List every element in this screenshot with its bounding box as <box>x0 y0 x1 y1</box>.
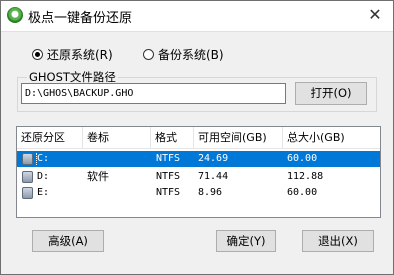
restore-radio-label: 还原系统(R) <box>47 48 113 62</box>
restore-radio[interactable]: 还原系统(R) <box>32 46 113 63</box>
ok-button[interactable]: 确定(Y) <box>216 230 276 252</box>
app-icon <box>7 7 23 23</box>
column-header-label[interactable]: 卷标 <box>83 127 151 148</box>
backup-radio-dot[interactable] <box>143 49 154 60</box>
disk-icon <box>22 171 33 183</box>
ghost-path-input[interactable] <box>21 83 286 104</box>
cell-partition: C: <box>37 153 50 164</box>
cell-total: 112.88 <box>287 171 324 182</box>
cell-format: NTFS <box>156 187 181 198</box>
table-row[interactable]: C: NTFS 24.69 60.00 <box>17 151 380 167</box>
table-header: 还原分区 卷标 格式 可用空间(GB) 总大小(GB) <box>17 127 380 149</box>
table-row[interactable]: D: 软件 NTFS 71.44 112.88 <box>17 169 380 185</box>
cell-format: NTFS <box>156 153 181 164</box>
cell-free: 24.69 <box>198 153 229 164</box>
column-header-format[interactable]: 格式 <box>151 127 194 148</box>
main-window: 极点一键备份还原 ✕ 还原系统(R) 备份系统(B) GHOST文件路径 打开(… <box>0 0 394 275</box>
partition-table: 还原分区 卷标 格式 可用空间(GB) 总大小(GB) C: NTFS 24.6… <box>16 126 381 218</box>
disk-icon <box>22 187 33 199</box>
cell-total: 60.00 <box>287 153 318 164</box>
cell-partition: E: <box>37 187 50 198</box>
close-icon[interactable]: ✕ <box>363 4 387 26</box>
column-header-free[interactable]: 可用空间(GB) <box>194 127 283 148</box>
cell-free: 71.44 <box>198 171 229 182</box>
cell-partition: D: <box>37 171 50 182</box>
cell-free: 8.96 <box>198 187 223 198</box>
restore-radio-dot[interactable] <box>32 49 43 60</box>
backup-radio-label: 备份系统(B) <box>158 48 224 62</box>
column-header-partition[interactable]: 还原分区 <box>17 127 83 148</box>
column-header-total[interactable]: 总大小(GB) <box>283 127 380 148</box>
title-bar: 极点一键备份还原 ✕ <box>1 1 393 32</box>
cell-total: 60.00 <box>287 187 318 198</box>
table-row[interactable]: E: NTFS 8.96 60.00 <box>17 185 380 201</box>
open-button[interactable]: 打开(O) <box>295 82 367 105</box>
backup-radio[interactable]: 备份系统(B) <box>143 46 224 63</box>
window-title: 极点一键备份还原 <box>28 11 133 26</box>
advanced-button[interactable]: 高级(A) <box>32 230 104 252</box>
cell-label: 软件 <box>87 170 109 183</box>
exit-button[interactable]: 退出(X) <box>302 230 374 252</box>
disk-icon <box>22 153 33 165</box>
cell-format: NTFS <box>156 171 181 182</box>
